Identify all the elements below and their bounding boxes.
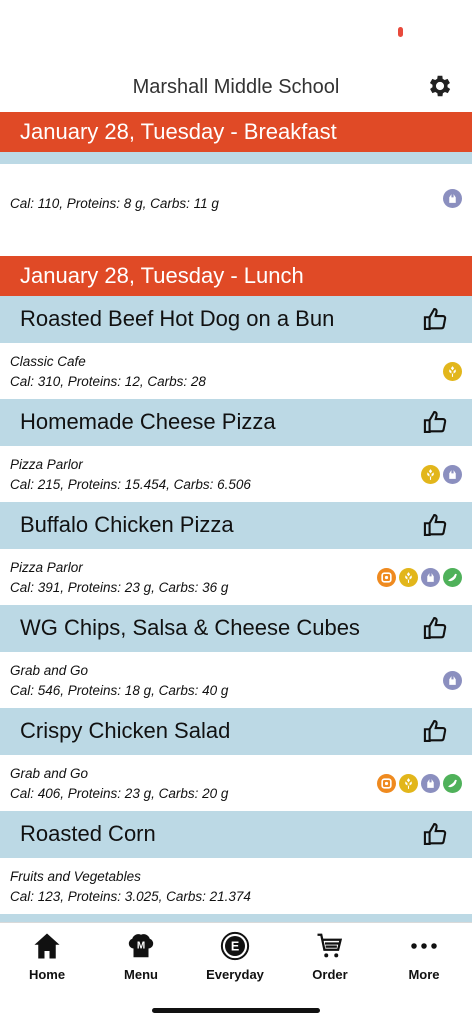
nutrition-text: Cal: 546, Proteins: 18 g, Carbs: 40 g [10,683,229,698]
status-bar [0,0,472,60]
item-name: Roasted Beef Hot Dog on a Bun [20,306,335,331]
app-header: Marshall Middle School [0,60,472,112]
vegetarian-icon [443,671,462,690]
nutrition-text: Cal: 110, Proteins: 8 g, Carbs: 11 g [10,196,219,211]
dietary-badges [377,568,462,587]
cart-icon [317,933,343,958]
item-details: Pizza Parlor Cal: 391, Proteins: 23 g, C… [0,549,472,605]
dietary-badges [443,189,462,208]
tab-home[interactable]: Home [0,931,94,982]
dietary-badges [377,774,462,793]
thumbs-up-icon[interactable] [422,305,450,333]
dietary-badges [443,671,462,690]
vegetarian-icon [443,465,462,484]
tab-label: Order [312,967,348,982]
menu-item-row[interactable]: Homemade Cheese Pizza [0,399,472,446]
nutrition-text: Cal: 310, Proteins: 12, Carbs: 28 [10,374,206,389]
tab-more[interactable]: More [377,931,471,982]
item-details: Grab and Go Cal: 546, Proteins: 18 g, Ca… [0,652,472,708]
menu-item-row[interactable]: Roasted Beef Hot Dog on a Bun [0,296,472,343]
menu-item-row[interactable]: Roasted Corn [0,811,472,858]
item-details: Cal: 110, Proteins: 8 g, Carbs: 11 g [0,164,472,236]
home-indicator [152,1008,320,1013]
chef-hat-icon: M [128,934,154,958]
whole-grain-icon [399,568,418,587]
menu-item-row[interactable]: Crispy Chicken Salad [0,708,472,755]
svg-text:E: E [231,939,239,953]
item-name: Roasted Corn [20,821,156,846]
tab-label: Home [28,967,66,982]
item-details: Grab and Go Cal: 406, Proteins: 23 g, Ca… [0,755,472,811]
lunch-heading: January 28, Tuesday - Lunch [0,256,472,296]
more-icon [411,943,437,949]
nutrition-text: Cal: 215, Proteins: 15.454, Carbs: 6.506 [10,477,251,492]
item-name: Crispy Chicken Salad [20,718,231,743]
item-name: WG Chips, Salsa & Cheese Cubes [20,615,360,640]
station-name: Fruits and Vegetables [10,869,141,884]
menu-item-row[interactable]: Buffalo Chicken Pizza [0,502,472,549]
item-row[interactable] [0,152,472,164]
pepper-icon [443,774,462,793]
allergen-icon [377,774,396,793]
nutrition-text: Cal: 123, Proteins: 3.025, Carbs: 21.374 [10,889,251,904]
svg-text:M: M [137,941,145,952]
item-name: Homemade Cheese Pizza [20,409,276,434]
dietary-badges [443,362,462,381]
tab-label: Everyday [206,967,264,982]
tab-menu[interactable]: M Menu [94,931,188,982]
station-name: Classic Cafe [10,354,86,369]
tab-order[interactable]: Order [283,931,377,982]
item-details: Classic Cafe Cal: 310, Proteins: 12, Car… [0,343,472,399]
dietary-badges [421,465,462,484]
item-name: Buffalo Chicken Pizza [20,512,234,537]
item-details: Fruits and Vegetables Cal: 123, Proteins… [0,858,472,914]
breakfast-heading: January 28, Tuesday - Breakfast [0,112,472,152]
page-title: Marshall Middle School [132,76,340,98]
pepper-icon [443,568,462,587]
whole-grain-icon [421,465,440,484]
vegetarian-icon [421,568,440,587]
recording-indicator [398,27,403,37]
vegetarian-icon [443,189,462,208]
tab-label: Menu [124,967,158,982]
thumbs-up-icon[interactable] [422,717,450,745]
whole-grain-icon [399,774,418,793]
menu-list[interactable]: January 28, Tuesday - Breakfast Cal: 110… [0,112,472,922]
tab-label: More [408,967,440,982]
vegetarian-icon [421,774,440,793]
thumbs-up-icon[interactable] [422,408,450,436]
everyday-icon: E [220,931,250,961]
gear-icon[interactable] [426,72,454,100]
thumbs-up-icon[interactable] [422,614,450,642]
tab-everyday[interactable]: E Everyday [188,931,282,982]
home-icon [34,933,60,959]
allergen-icon [377,568,396,587]
item-details: Pizza Parlor Cal: 215, Proteins: 15.454,… [0,446,472,502]
thumbs-up-icon[interactable] [422,820,450,848]
menu-item-row[interactable] [0,914,472,922]
station-name: Pizza Parlor [10,457,83,472]
station-name: Grab and Go [10,663,89,678]
menu-item-row[interactable]: WG Chips, Salsa & Cheese Cubes [0,605,472,652]
thumbs-up-icon[interactable] [422,511,450,539]
whole-grain-icon [443,362,462,381]
